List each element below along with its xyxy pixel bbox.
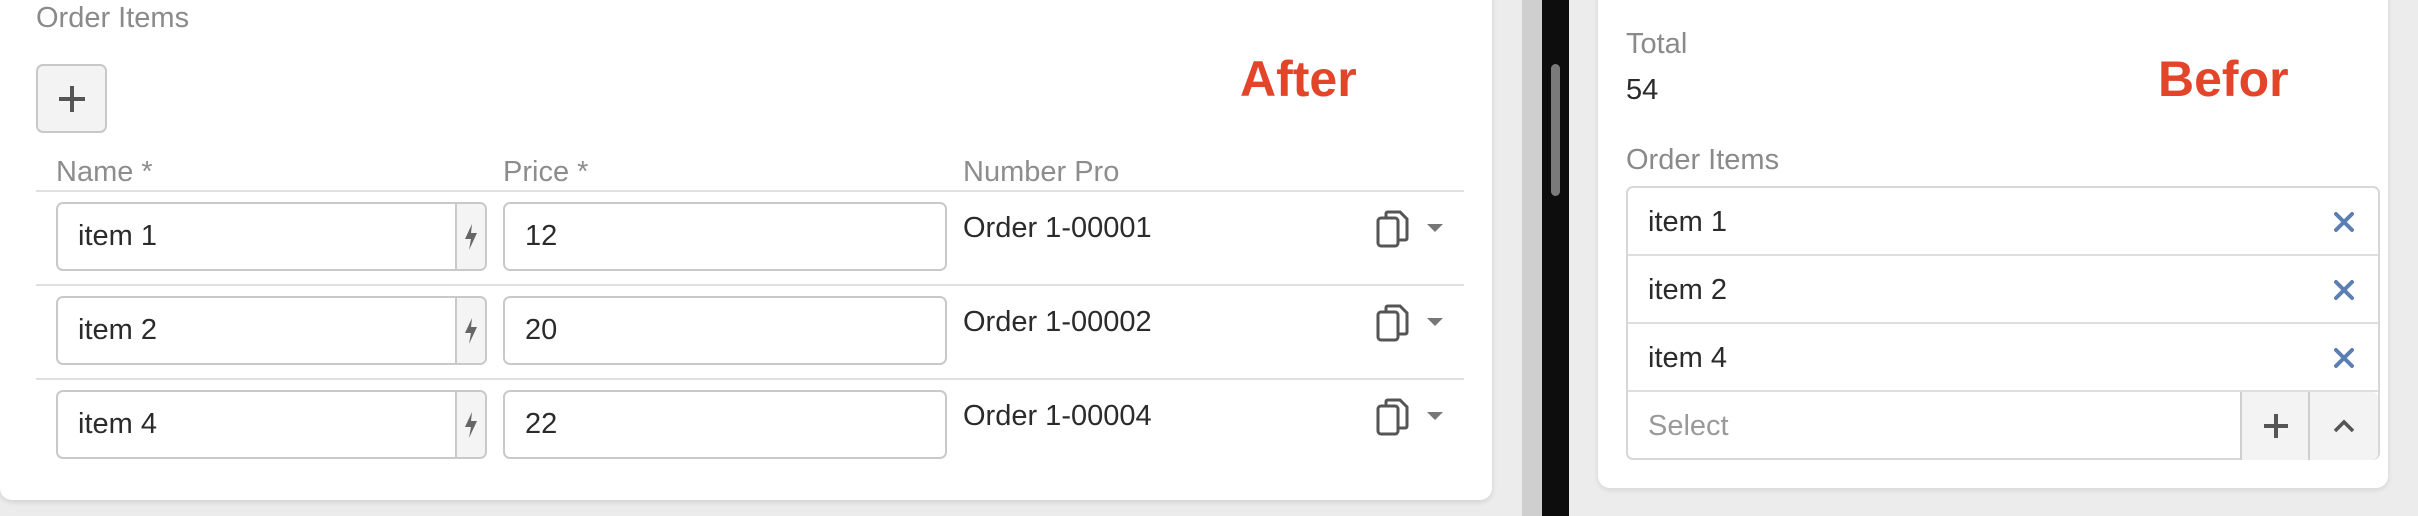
name-field-group <box>56 202 487 271</box>
select-row <box>1628 392 2378 460</box>
plus-icon <box>58 85 85 112</box>
column-header-price: Price * <box>503 156 589 188</box>
list-item: item 2 <box>1628 256 2378 324</box>
table-row: Order 1-00004 <box>36 380 1464 472</box>
close-icon[interactable] <box>2332 346 2356 370</box>
name-input[interactable] <box>58 204 455 269</box>
list-item-label: item 1 <box>1648 206 1727 238</box>
list-item-label: item 4 <box>1648 342 1727 374</box>
bolt-icon <box>465 317 477 344</box>
order-items-multiselect: item 1 item 2 item 4 <box>1626 186 2380 460</box>
total-value: 54 <box>1626 74 1659 106</box>
copy-icon[interactable] <box>1376 210 1410 250</box>
number-value: Order 1-00002 <box>963 306 1152 338</box>
table-row: Order 1-00002 <box>36 286 1464 378</box>
after-annotation: After <box>1240 51 1357 107</box>
number-value: Order 1-00004 <box>963 400 1152 432</box>
generate-button[interactable] <box>455 204 485 269</box>
table-row: Order 1-00001 <box>36 192 1464 284</box>
name-field-group <box>56 390 487 459</box>
price-input[interactable] <box>503 296 947 365</box>
price-input[interactable] <box>503 202 947 271</box>
caret-down-icon[interactable] <box>1426 316 1444 328</box>
column-header-name: Name * <box>56 156 153 188</box>
generate-button[interactable] <box>455 392 485 457</box>
caret-down-icon[interactable] <box>1426 222 1444 234</box>
scrollbar-thumb[interactable] <box>1551 64 1560 196</box>
select-input[interactable] <box>1628 392 2240 460</box>
column-header-number: Number Pro <box>963 156 1120 188</box>
add-option-button[interactable] <box>2240 392 2310 460</box>
bolt-icon <box>465 411 477 438</box>
collapse-button[interactable] <box>2308 392 2378 460</box>
name-input[interactable] <box>58 392 455 457</box>
close-icon[interactable] <box>2332 278 2356 302</box>
plus-icon <box>2264 414 2288 438</box>
bolt-icon <box>465 223 477 250</box>
name-field-group <box>56 296 487 365</box>
panel-gutter <box>1522 0 1542 516</box>
list-item: item 1 <box>1628 188 2378 256</box>
copy-icon[interactable] <box>1376 398 1410 438</box>
order-items-label: Order Items <box>36 2 190 34</box>
list-item-label: item 2 <box>1648 274 1727 306</box>
add-item-button[interactable] <box>36 64 107 133</box>
caret-down-icon[interactable] <box>1426 410 1444 422</box>
before-annotation: Befor <box>2158 51 2289 107</box>
generate-button[interactable] <box>455 298 485 363</box>
name-input[interactable] <box>58 298 455 363</box>
list-item: item 4 <box>1628 324 2378 392</box>
chevron-up-icon <box>2333 419 2355 433</box>
copy-icon[interactable] <box>1376 304 1410 344</box>
total-label: Total <box>1626 28 1688 60</box>
order-items-label: Order Items <box>1626 144 1780 176</box>
number-value: Order 1-00001 <box>963 212 1152 244</box>
close-icon[interactable] <box>2332 210 2356 234</box>
price-input[interactable] <box>503 390 947 459</box>
